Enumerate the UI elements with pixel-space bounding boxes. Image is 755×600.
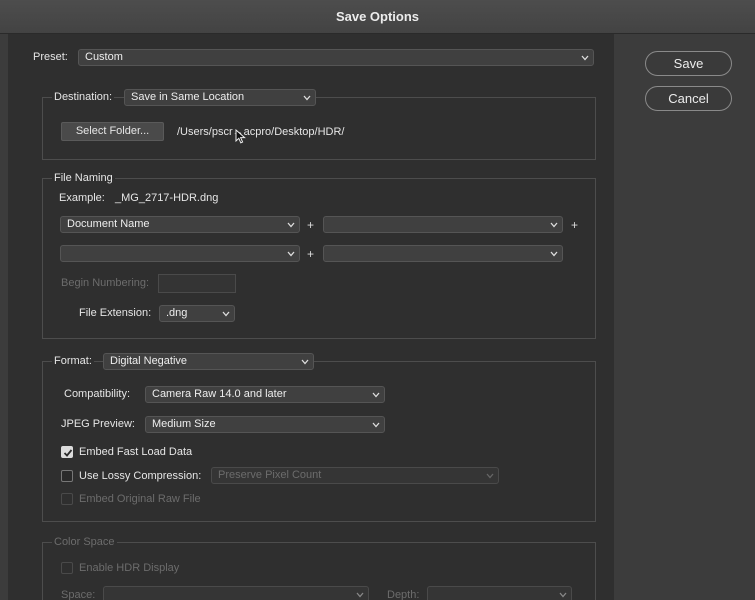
space-select[interactable] — [103, 586, 369, 600]
compatibility-select[interactable]: Camera Raw 14.0 and later — [145, 386, 385, 403]
compatibility-label: Compatibility: — [64, 388, 131, 400]
file-naming-title: File Naming — [52, 172, 115, 184]
chevron-down-icon — [356, 592, 364, 598]
chevron-down-icon — [287, 251, 295, 257]
jpeg-preview-value: Medium Size — [152, 418, 216, 430]
preset-select[interactable]: Custom — [78, 49, 594, 66]
chevron-down-icon — [372, 392, 380, 398]
example-label: Example: — [59, 192, 105, 204]
plus-icon: + — [307, 247, 315, 261]
chevron-down-icon — [486, 473, 494, 479]
options-panel: Preset: Custom Destination: Save in Same… — [8, 34, 614, 600]
format-select[interactable]: Digital Negative — [103, 353, 314, 370]
chevron-down-icon — [287, 222, 295, 228]
chevron-down-icon — [581, 55, 589, 61]
embed-raw-label: Embed Original Raw File — [79, 493, 201, 505]
checkmark-icon — [63, 449, 73, 457]
destination-path: /Users/pscr→acpro/Desktop/HDR/ — [177, 126, 345, 138]
lossy-compression-select[interactable]: Preserve Pixel Count — [211, 467, 499, 484]
example-value: _MG_2717-HDR.dng — [115, 192, 219, 204]
file-extension-label: File Extension: — [79, 307, 152, 319]
plus-icon: + — [571, 218, 579, 232]
begin-numbering-input[interactable] — [158, 274, 236, 293]
file-extension-select[interactable]: .dng — [159, 305, 235, 322]
naming-field-2-select[interactable] — [323, 216, 563, 233]
enable-hdr-checkbox[interactable] — [61, 562, 73, 574]
embed-raw-checkbox[interactable] — [61, 493, 73, 505]
chevron-down-icon — [559, 592, 567, 598]
begin-numbering-label: Begin Numbering: — [61, 277, 150, 289]
color-space-title: Color Space — [52, 536, 117, 548]
jpeg-preview-label: JPEG Preview: — [61, 418, 135, 430]
destination-value: Save in Same Location — [131, 91, 245, 103]
title-bar: Save Options — [0, 0, 755, 34]
chevron-down-icon — [301, 359, 309, 365]
destination-label: Destination: — [52, 91, 115, 103]
format-value: Digital Negative — [110, 355, 188, 367]
embed-fast-load-checkbox[interactable] — [61, 446, 73, 458]
cancel-button[interactable]: Cancel — [645, 86, 732, 111]
naming-field-4-select[interactable] — [323, 245, 563, 262]
lossy-compression-checkbox[interactable] — [61, 470, 73, 482]
chevron-down-icon — [222, 311, 230, 317]
jpeg-preview-select[interactable]: Medium Size — [145, 416, 385, 433]
plus-icon: + — [307, 218, 315, 232]
mouse-cursor-icon — [235, 128, 246, 147]
naming-field-1-select[interactable]: Document Name — [60, 216, 300, 233]
select-folder-button[interactable]: Select Folder... — [61, 122, 164, 141]
save-button[interactable]: Save — [645, 51, 732, 76]
preset-label: Preset: — [33, 51, 68, 63]
chevron-down-icon — [372, 422, 380, 428]
preset-value: Custom — [85, 51, 123, 63]
enable-hdr-label: Enable HDR Display — [79, 562, 180, 574]
lossy-compression-label: Use Lossy Compression: — [79, 470, 202, 482]
naming-field-3-select[interactable] — [60, 245, 300, 262]
embed-fast-load-label: Embed Fast Load Data — [79, 446, 193, 458]
chevron-down-icon — [550, 251, 558, 257]
lossy-compression-value: Preserve Pixel Count — [218, 469, 322, 481]
naming-field-1-value: Document Name — [67, 218, 150, 230]
format-label: Format: — [52, 355, 94, 367]
compatibility-value: Camera Raw 14.0 and later — [152, 388, 287, 400]
dialog-title: Save Options — [335, 9, 420, 24]
chevron-down-icon — [303, 95, 311, 101]
space-label: Space: — [61, 589, 96, 600]
destination-select[interactable]: Save in Same Location — [124, 89, 316, 106]
file-extension-value: .dng — [166, 307, 188, 319]
chevron-down-icon — [550, 222, 558, 228]
depth-select[interactable] — [427, 586, 572, 600]
depth-label: Depth: — [387, 589, 420, 600]
